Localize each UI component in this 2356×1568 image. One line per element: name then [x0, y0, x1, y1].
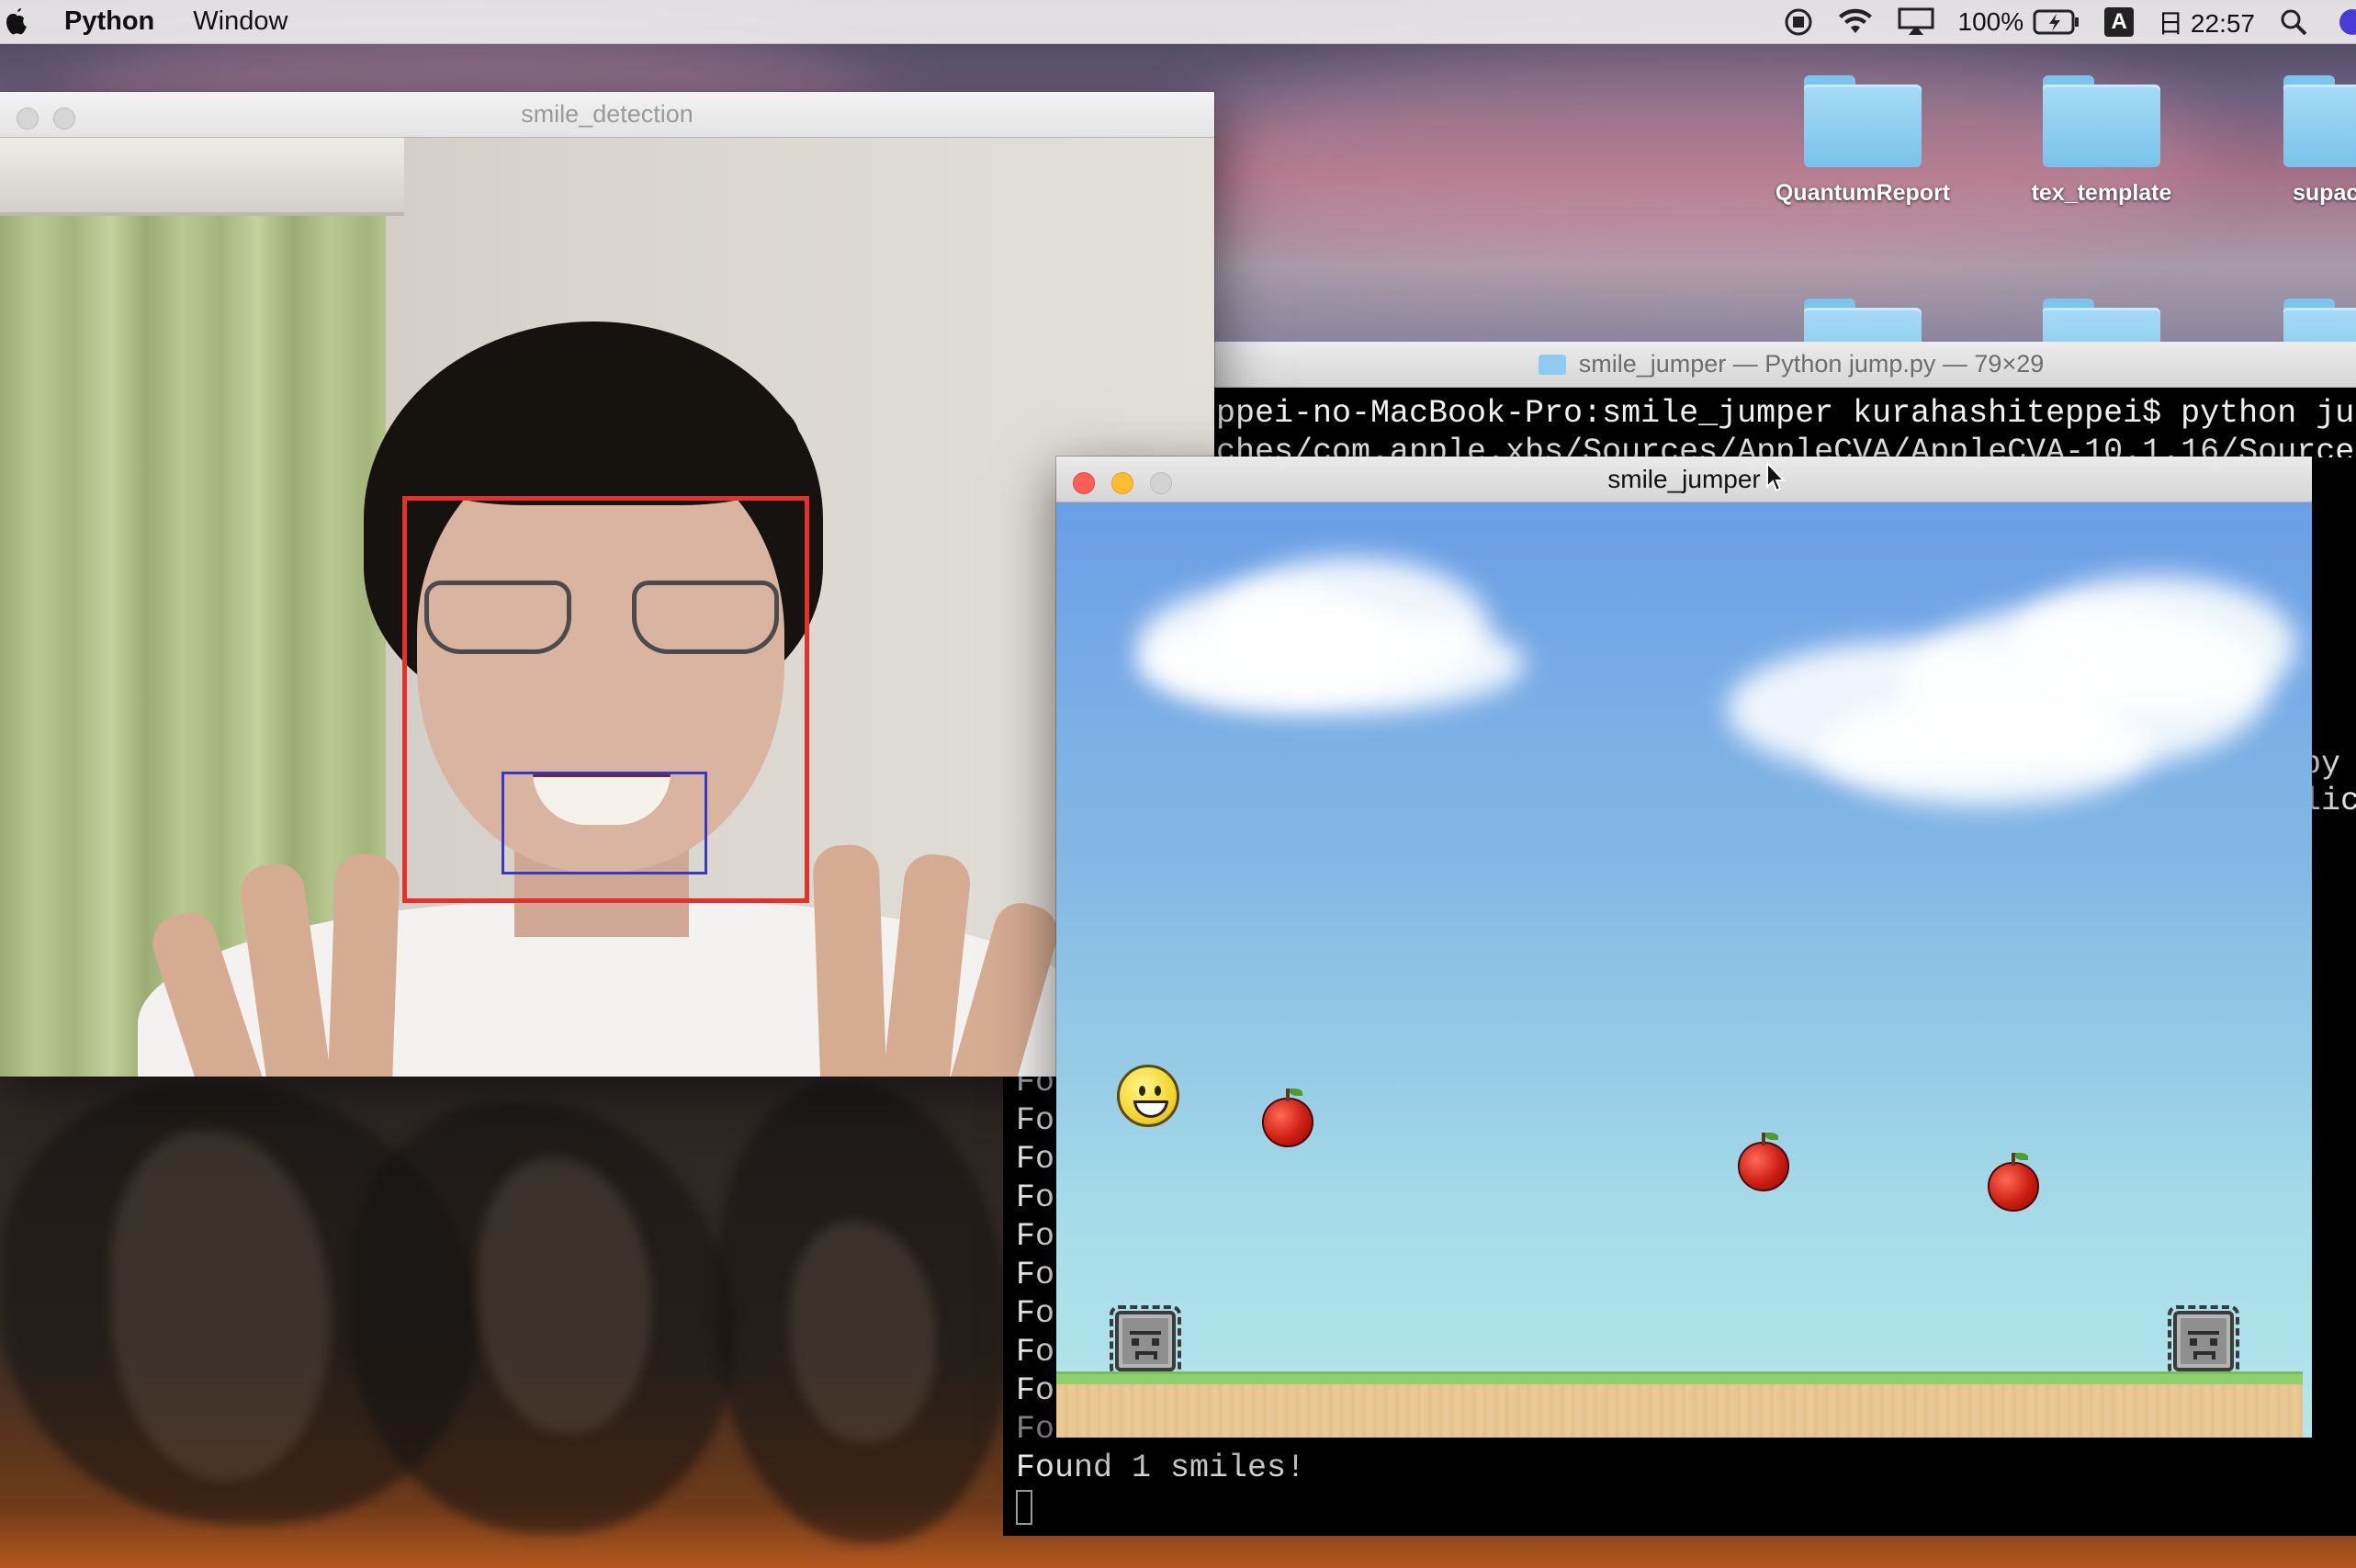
minimize-button[interactable]	[1111, 472, 1133, 494]
folder-icon	[2043, 299, 2160, 344]
apple-item	[1738, 1133, 1789, 1191]
airplay-icon[interactable]	[1898, 7, 1934, 37]
apple-item	[1988, 1153, 2039, 1212]
folder-label: QuantumReport	[1775, 180, 1951, 206]
bangs	[404, 367, 799, 505]
folder-label: supac	[2293, 180, 2356, 206]
screen-record-icon[interactable]	[1784, 7, 1813, 37]
folder-icon	[2283, 299, 2356, 344]
minimize-button[interactable]	[53, 107, 75, 130]
menu-app-name[interactable]: Python	[64, 6, 154, 37]
hand-finger	[325, 852, 400, 1077]
wifi-icon[interactable]	[1837, 7, 1874, 37]
terminal-titlebar[interactable]: smile_jumper — Python jump.py — 79×29	[1212, 342, 2356, 388]
ground-grass	[1056, 1371, 2303, 1384]
hand-finger	[812, 843, 889, 1077]
desktop-folder-row2-1[interactable]	[1771, 299, 1955, 344]
apple-item	[1262, 1089, 1313, 1147]
folder-icon	[1804, 299, 1922, 344]
folder-icon	[2283, 75, 2356, 167]
cloud	[2012, 576, 2296, 714]
cloud	[1139, 613, 1525, 714]
mouse-pointer-icon	[1766, 461, 1787, 492]
smile-jumper-titlebar[interactable]: smile_jumper	[1056, 457, 2312, 502]
folder-label: tex_template	[2031, 180, 2172, 206]
clock[interactable]: 日 22:57	[2158, 4, 2255, 40]
input-method-label: A	[2104, 7, 2135, 37]
smile-jumper-window[interactable]: smile_jumper	[1056, 457, 2312, 1438]
siri-icon[interactable]	[2332, 6, 2356, 38]
close-button[interactable]	[1073, 472, 1095, 494]
smile-detection-window[interactable]: smile_detection	[0, 92, 1214, 1077]
battery-icon[interactable]	[2033, 8, 2080, 36]
folder-icon	[2043, 75, 2160, 167]
game-canvas[interactable]	[1056, 502, 2312, 1438]
spike-enemy	[2168, 1305, 2239, 1377]
battery-percent: 100%	[1957, 7, 2024, 36]
window-title: smile_detection	[521, 100, 693, 128]
spike-enemy	[1110, 1305, 1181, 1377]
terminal-prompt-line: ppei-no-MacBook-Pro:smile_jumper kurahas…	[1216, 395, 2356, 432]
spotlight-search-icon[interactable]	[2279, 7, 2308, 37]
ground-sand	[1056, 1384, 2303, 1438]
status-area: 100% A 日 22:57	[1784, 0, 2356, 44]
desktop-folder-row2-2[interactable]	[2010, 299, 2193, 344]
player-smiley	[1117, 1065, 1179, 1127]
zoom-button[interactable]	[1150, 472, 1172, 494]
terminal-title: smile_jumper — Python jump.py — 79×29	[1578, 350, 2045, 378]
smile-detection-box	[502, 772, 707, 874]
menu-bar: Python Window 100% A 日 22:57	[0, 0, 2356, 44]
desktop-folder-supac[interactable]: supac	[2232, 75, 2356, 207]
desktop-folder-quantumreport[interactable]: QuantumReport	[1771, 75, 1955, 207]
desktop-folder-tex-template[interactable]: tex_template	[2010, 75, 2193, 207]
folder-icon	[1538, 354, 1566, 375]
desktop-folder-row2-3[interactable]	[2283, 299, 2356, 344]
window-title: smile_jumper	[1607, 464, 1761, 493]
menu-window[interactable]: Window	[193, 6, 287, 37]
apple-menu-icon[interactable]	[4, 6, 29, 38]
air-conditioner	[0, 138, 404, 216]
input-method-icon[interactable]: A	[2104, 7, 2135, 37]
cloud	[1819, 695, 2149, 806]
terminal-line-last: Found 1 smiles!	[1016, 1450, 1306, 1486]
terminal-cursor	[1016, 1490, 1032, 1525]
camera-feed	[0, 138, 1214, 1077]
close-button[interactable]	[17, 107, 39, 130]
folder-icon	[1804, 75, 1922, 167]
smile-detection-titlebar[interactable]: smile_detection	[0, 92, 1214, 138]
terminal-path-line: ches/com.apple.xbs/Sources/AppleCVA/Appl…	[1216, 434, 2356, 457]
